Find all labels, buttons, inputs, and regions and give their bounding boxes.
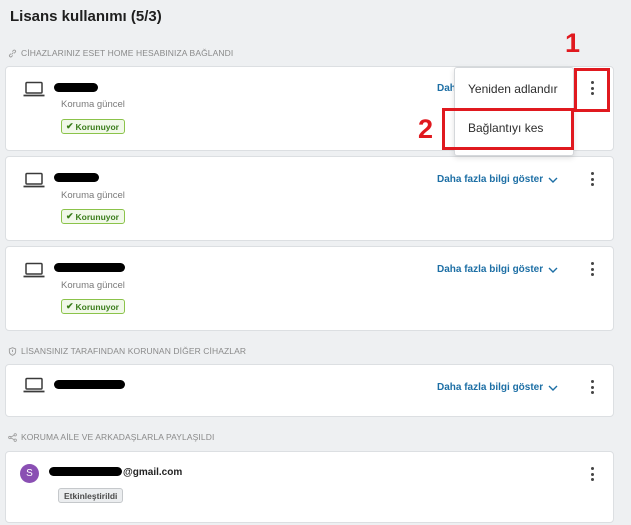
checkmark-icon: ✔	[66, 301, 74, 311]
section-connected-devices: CİHAZLARINIZ ESET HOME HESABINIZA BAĞLAN…	[8, 48, 233, 58]
device-card: Koruma güncel ✔ Korunuyor Daha fazla bilg…	[5, 246, 614, 331]
protected-badge: ✔ Korunuyor	[61, 299, 125, 314]
annotation-box-2	[442, 108, 574, 150]
shared-user-card	[5, 451, 614, 523]
chevron-down-icon	[548, 385, 558, 391]
annotation-number-1: 1	[565, 28, 581, 58]
section-shared: KORUMA AİLE VE ARKADAŞLARLA PAYLAŞILDI	[8, 432, 214, 442]
section-label: KORUMA AİLE VE ARKADAŞLARLA PAYLAŞILDI	[21, 432, 215, 442]
laptop-icon	[23, 81, 45, 97]
laptop-icon	[23, 377, 45, 393]
checkmark-icon: ✔	[66, 121, 74, 131]
section-label: CİHAZLARINIZ ESET HOME HESABINIZA BAĞLAN…	[21, 48, 234, 58]
annotation-number-2: 2	[418, 114, 434, 144]
chevron-down-icon	[548, 267, 558, 273]
activated-badge: Etkinleştirildi	[58, 488, 124, 503]
page-title: Lisans kullanımı (5/3)	[10, 8, 162, 25]
device-card: Koruma güncel ✔ Korunuyor Daha fazla bilg…	[5, 156, 614, 241]
section-label: LİSANSINIZ TARAFINDAN KORUNAN DİĞER CİHA…	[21, 346, 247, 356]
kebab-menu-icon[interactable]	[590, 467, 594, 481]
kebab-menu-icon[interactable]	[590, 380, 594, 394]
protection-status: Koruma güncel	[61, 99, 125, 110]
show-more-link[interactable]: Daha fazla bilgi göster	[437, 174, 558, 185]
protection-status: Koruma güncel	[61, 190, 125, 201]
email-suffix: @gmail.com	[123, 467, 183, 478]
show-more-link[interactable]: Daha fazla bilgi göster	[437, 382, 558, 393]
show-more-link[interactable]: Daha fazla bilgi göster	[437, 264, 558, 275]
redacted-device-name	[54, 380, 125, 389]
device-card: Daha fazla bilgi göster	[5, 364, 614, 417]
annotation-box-1	[574, 68, 610, 112]
laptop-icon	[23, 262, 45, 278]
redacted-email	[49, 467, 122, 476]
link-icon	[8, 49, 17, 57]
redacted-device-name	[54, 263, 125, 272]
redacted-device-name	[54, 83, 98, 92]
checkmark-icon: ✔	[66, 211, 74, 221]
redacted-device-name	[54, 173, 99, 182]
protected-badge: ✔ Korunuyor	[61, 209, 125, 224]
kebab-menu-icon[interactable]	[590, 172, 594, 186]
share-icon	[8, 432, 17, 442]
protected-badge: ✔ Korunuyor	[61, 119, 125, 134]
menu-item-rename[interactable]: Yeniden adlandır	[455, 82, 586, 96]
laptop-icon	[23, 172, 45, 188]
chevron-down-icon	[548, 177, 558, 183]
avatar: S	[20, 464, 39, 483]
protection-status: Koruma güncel	[61, 280, 125, 291]
section-other-devices: LİSANSINIZ TARAFINDAN KORUNAN DİĞER CİHA…	[8, 346, 246, 356]
shield-icon	[8, 346, 17, 356]
kebab-menu-icon[interactable]	[590, 262, 594, 276]
